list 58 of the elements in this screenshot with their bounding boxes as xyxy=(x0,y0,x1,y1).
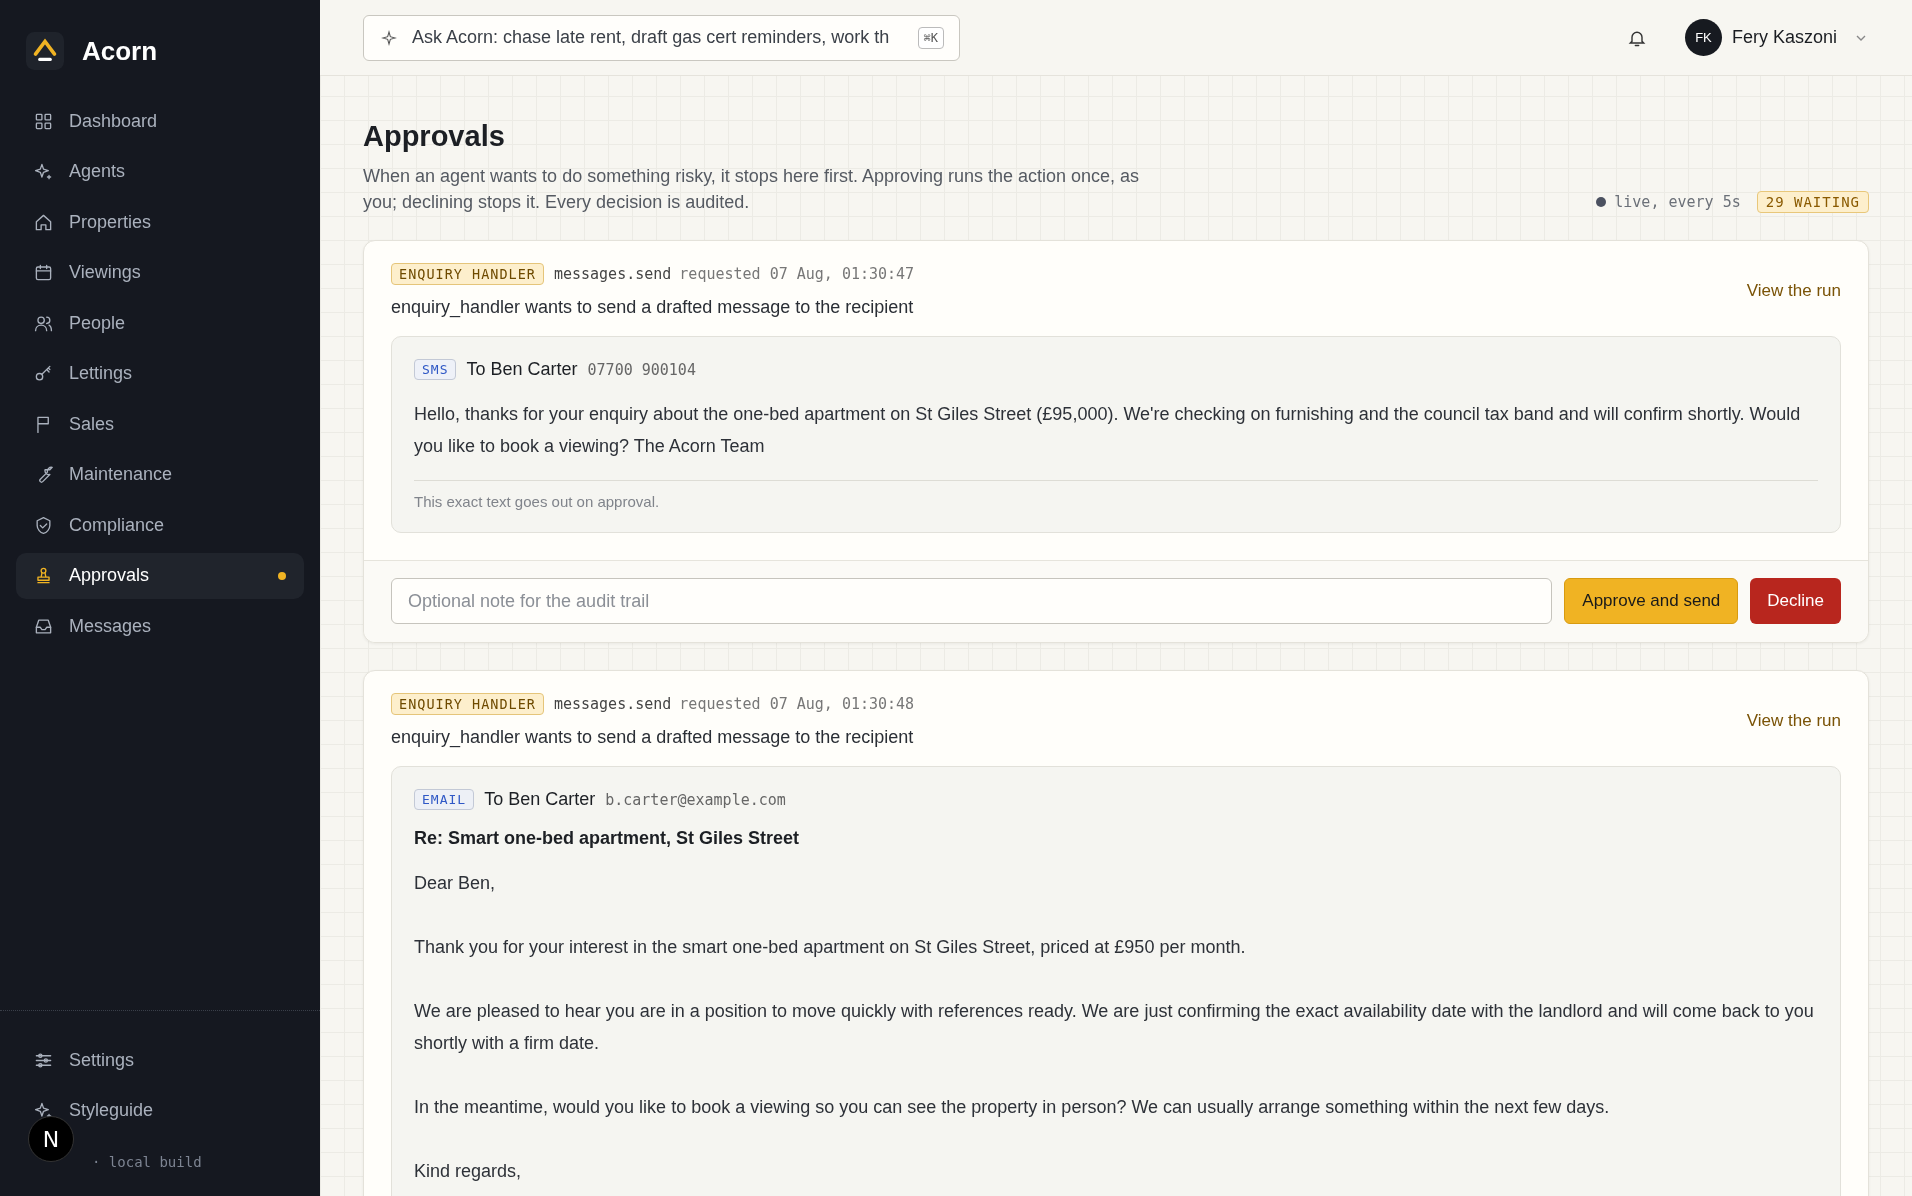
sidebar-item[interactable]: People xyxy=(16,300,304,347)
brand-name: Acorn xyxy=(82,35,158,67)
message-paragraph: Thank you for your interest in the smart one-bed apartment on St Giles Street, priced at £950 per month. xyxy=(414,936,1247,959)
sidebar-item[interactable]: Agents xyxy=(16,148,304,195)
tool-name: messages.send xyxy=(553,265,672,283)
stamp-icon xyxy=(34,566,53,586)
message-paragraph: In the meantime, would you like to book a viewing so you can see the property in person? We can usually arrange something within the next few days. xyxy=(414,1096,1611,1119)
message-footnote: This exact text goes out on approval. xyxy=(414,493,661,510)
dev-badge[interactable]: N xyxy=(28,1116,74,1162)
recipient-address: 07700 900104 xyxy=(587,360,696,379)
request-time: requested 07 Aug, 01:30:48 xyxy=(679,695,915,713)
agent-tag: ENQUIRY HANDLER xyxy=(391,263,544,285)
live-status: live, every 5s xyxy=(1614,193,1741,211)
tool-name: messages.send xyxy=(553,695,672,713)
logo-icon xyxy=(26,32,64,70)
build-info: · local build xyxy=(92,1154,202,1170)
recipient-name: To Ben Carter xyxy=(466,359,578,380)
page-title: Approvals xyxy=(363,120,506,153)
page-description: When an agent wants to do something risky, it stops here first. Approving runs the action once, as you; declining stops it. Every decision is audited. xyxy=(363,165,1141,214)
approval-summary: enquiry_handler wants to send a drafted message to the recipient xyxy=(391,297,915,318)
sparkle-icon xyxy=(34,162,53,182)
sidebar-item[interactable]: Messages xyxy=(16,603,304,650)
house-icon xyxy=(34,212,53,232)
note-field[interactable]: Optional note for the audit trail xyxy=(391,578,1553,624)
user-menu[interactable]: FK Fery Kaszoni xyxy=(1684,19,1869,56)
message-paragraph: We are pleased to hear you are in a position to move quickly with references ready. We are just confirming the exact availability date with the landlord and will come back to you shortly with a firm date. xyxy=(414,1000,1815,1055)
recipient-address: b.carter@example.com xyxy=(605,790,786,809)
view-run-link[interactable]: View the run xyxy=(1746,280,1841,301)
sidebar-item[interactable]: Compliance xyxy=(16,502,304,549)
sparkle-icon xyxy=(381,29,397,46)
email-subject: Re: Smart one-bed apartment, St Giles Street xyxy=(414,828,801,849)
message-paragraph: Hello, thanks for your enquiry about the one-bed apartment on St Giles Street (£95,000). We're checking on furnishing and the council tax band and will confirm shortly. Would you like to book a viewing? The Acorn Team xyxy=(414,403,1802,458)
sidebar-item[interactable]: Dashboard xyxy=(16,98,304,145)
recipient-name: To Ben Carter xyxy=(484,789,596,810)
calendar-icon xyxy=(34,263,53,283)
grid-icon xyxy=(34,111,53,131)
decline-button[interactable]: Decline xyxy=(1750,578,1841,624)
sidebar-item[interactable]: Lettings xyxy=(16,350,304,397)
sidebar-item[interactable]: Properties xyxy=(16,199,304,246)
approval-summary: enquiry_handler wants to send a drafted message to the recipient xyxy=(391,727,915,748)
view-run-link[interactable]: View the run xyxy=(1746,710,1841,731)
agent-tag: ENQUIRY HANDLER xyxy=(391,693,544,715)
avatar: FK xyxy=(1684,19,1722,56)
sidebar-item[interactable]: Approvals xyxy=(16,552,304,599)
message-paragraph: Dear Ben, xyxy=(414,872,497,895)
channel-tag: SMS xyxy=(414,359,457,380)
live-indicator-dot xyxy=(1596,197,1607,207)
message-paragraph: Kind regards, xyxy=(414,1160,523,1183)
sidebar-item[interactable]: Settings xyxy=(16,1037,304,1084)
approve-button[interactable]: Approve and send xyxy=(1564,578,1739,624)
waiting-count-badge: 29 WAITING xyxy=(1756,191,1869,213)
sidebar-item[interactable]: Maintenance xyxy=(16,451,304,498)
sidebar-item[interactable]: Viewings xyxy=(16,249,304,296)
shield-icon xyxy=(34,515,53,535)
channel-tag: EMAIL xyxy=(414,789,475,810)
request-time: requested 07 Aug, 01:30:47 xyxy=(679,265,915,283)
inbox-icon xyxy=(34,616,53,636)
sidebar-item[interactable]: Sales xyxy=(16,401,304,448)
